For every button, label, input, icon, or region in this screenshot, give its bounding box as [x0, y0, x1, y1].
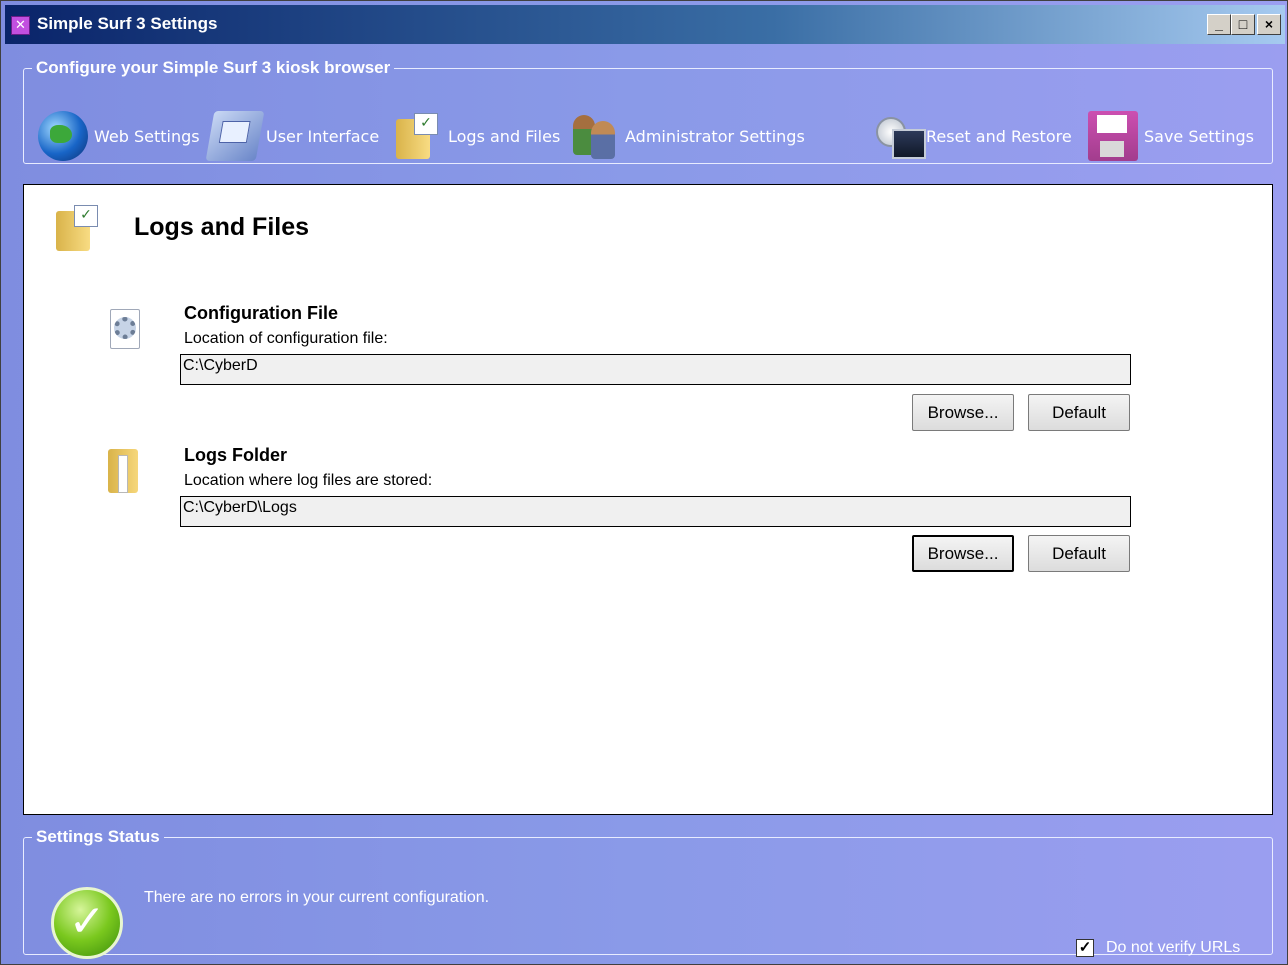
config-file-gear-icon: [106, 307, 146, 355]
configure-group: Configure your Simple Surf 3 kiosk brows…: [23, 58, 1273, 164]
maximize-button[interactable]: □: [1231, 14, 1255, 35]
content-panel: Logs and Files Configuration File Locati…: [23, 184, 1273, 815]
folder-checklist-icon: [52, 203, 102, 253]
globe-icon: [38, 111, 88, 161]
checkbox-checked-icon[interactable]: ✓: [1076, 939, 1094, 957]
admin-users-icon: [569, 111, 619, 161]
configure-group-legend: Configure your Simple Surf 3 kiosk brows…: [36, 58, 391, 77]
minimize-button[interactable]: _: [1207, 14, 1231, 35]
nav-user-interface[interactable]: User Interface: [205, 110, 380, 162]
nav-save-settings[interactable]: Save Settings: [1088, 110, 1254, 162]
logs-folder-description: Location where log files are stored:: [184, 472, 433, 489]
config-file-default-button[interactable]: Default: [1028, 394, 1130, 431]
page-title: Logs and Files: [134, 213, 310, 241]
settings-window: ✕ Simple Surf 3 Settings _ □ × Configure…: [0, 0, 1288, 965]
nav-logs-and-files[interactable]: Logs and Files: [392, 110, 560, 162]
nav-label: Reset and Restore: [926, 126, 1072, 146]
floppy-disk-icon: [1088, 111, 1138, 161]
status-message: There are no errors in your current conf…: [144, 889, 490, 906]
nav-label: Save Settings: [1144, 126, 1254, 146]
settings-status-group: Settings Status ✓ There are no errors in…: [23, 827, 1273, 959]
logs-folder-icon: [104, 447, 144, 495]
settings-status-legend: Settings Status: [36, 827, 160, 846]
do-not-verify-urls-checkbox[interactable]: ✓ Do not verify URLs: [1076, 939, 1240, 957]
user-interface-icon: [205, 111, 265, 161]
logs-folder-default-button[interactable]: Default: [1028, 535, 1130, 572]
config-file-browse-button[interactable]: Browse...: [912, 394, 1014, 431]
app-tools-icon: ✕: [11, 16, 30, 35]
logs-folder-browse-button[interactable]: Browse...: [912, 535, 1014, 572]
nav-label: Administrator Settings: [625, 126, 805, 146]
config-file-path-input[interactable]: C:\CyberD: [180, 354, 1131, 385]
success-check-icon: ✓: [51, 887, 123, 959]
window-title: Simple Surf 3 Settings: [37, 14, 218, 33]
do-not-verify-urls-label: Do not verify URLs: [1106, 939, 1241, 956]
title-bar[interactable]: ✕ Simple Surf 3 Settings _ □ ×: [5, 5, 1285, 44]
nav-web-settings[interactable]: Web Settings: [38, 110, 200, 162]
logs-folder-path-input[interactable]: C:\CyberD\Logs: [180, 496, 1131, 527]
folder-checklist-icon: [392, 111, 442, 161]
nav-reset-and-restore[interactable]: Reset and Restore: [874, 110, 1072, 162]
logs-folder-title: Logs Folder: [184, 445, 287, 465]
nav-label: Logs and Files: [448, 126, 561, 146]
nav-administrator-settings[interactable]: Administrator Settings: [569, 110, 805, 162]
config-file-description: Location of configuration file:: [184, 330, 388, 347]
reset-restore-icon: [874, 111, 926, 161]
config-file-title: Configuration File: [184, 303, 338, 323]
close-button[interactable]: ×: [1257, 14, 1281, 35]
nav-label: User Interface: [266, 126, 380, 146]
nav-label: Web Settings: [94, 126, 200, 146]
